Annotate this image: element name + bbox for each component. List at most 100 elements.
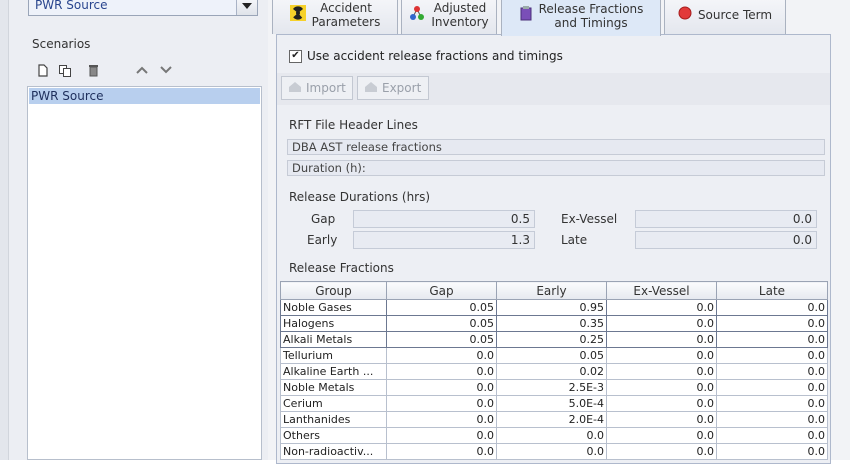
group-cell[interactable]: Cerium: [280, 395, 387, 412]
column-header[interactable]: Late: [716, 281, 828, 300]
column-header[interactable]: Early: [496, 281, 607, 300]
value-cell[interactable]: 0.05: [386, 315, 497, 332]
value-cell[interactable]: 0.0: [386, 347, 497, 364]
group-cell[interactable]: Halogens: [280, 315, 387, 332]
exvessel-duration-field[interactable]: 0.0: [635, 210, 817, 228]
tab-source-term[interactable]: Source Term: [664, 0, 786, 34]
red-circle-icon: [678, 6, 692, 24]
move-down-icon[interactable]: [157, 62, 175, 78]
table-row[interactable]: Noble Metals 0.0 2.5E-3 0.0 0.0: [280, 379, 828, 396]
release-fractions-table[interactable]: Group Gap Early Ex-Vessel Late Noble Gas…: [280, 281, 828, 460]
group-cell[interactable]: Noble Gases: [280, 299, 387, 316]
scenarios-label: Scenarios: [32, 37, 91, 51]
window-edge: [0, 0, 9, 460]
source-select[interactable]: PWR Source: [28, 0, 258, 16]
value-cell[interactable]: 0.0: [716, 427, 828, 444]
value-cell[interactable]: 0.0: [606, 395, 717, 412]
new-icon[interactable]: [34, 62, 52, 78]
chevron-down-icon[interactable]: [236, 0, 257, 15]
value-cell[interactable]: 0.35: [496, 315, 607, 332]
value-cell[interactable]: 0.0: [606, 315, 717, 332]
value-cell[interactable]: 0.0: [386, 443, 497, 460]
early-duration-field[interactable]: 1.3: [353, 231, 535, 249]
value-cell[interactable]: 0.0: [386, 427, 497, 444]
scenario-list[interactable]: PWR Source: [27, 86, 262, 460]
value-cell[interactable]: 0.0: [606, 347, 717, 364]
gap-duration-field[interactable]: 0.5: [353, 210, 535, 228]
value-cell[interactable]: 0.0: [386, 411, 497, 428]
table-row[interactable]: Lanthanides 0.0 2.0E-4 0.0 0.0: [280, 411, 828, 428]
table-row[interactable]: Halogens 0.05 0.35 0.0 0.0: [280, 315, 828, 332]
column-header[interactable]: Group: [280, 281, 387, 300]
tab-accident-parameters[interactable]: Accident Parameters: [272, 0, 398, 34]
table-row[interactable]: Tellurium 0.0 0.05 0.0 0.0: [280, 347, 828, 364]
value-cell[interactable]: 0.0: [716, 379, 828, 396]
group-cell[interactable]: Non-radioactiv...: [280, 443, 387, 460]
value-cell[interactable]: 0.0: [606, 411, 717, 428]
value-cell[interactable]: 0.0: [716, 347, 828, 364]
value-cell[interactable]: 0.0: [606, 331, 717, 348]
table-row[interactable]: Alkaline Earth ... 0.0 0.02 0.0 0.0: [280, 363, 828, 380]
table-row[interactable]: Non-radioactiv... 0.0 0.0 0.0 0.0: [280, 443, 828, 460]
group-cell[interactable]: Lanthanides: [280, 411, 387, 428]
group-cell[interactable]: Noble Metals: [280, 379, 387, 396]
table-row[interactable]: Others 0.0 0.0 0.0 0.0: [280, 427, 828, 444]
copy-icon[interactable]: [56, 62, 74, 78]
group-cell[interactable]: Alkaline Earth ...: [280, 363, 387, 380]
main-area: Accident Parameters Adjusted Inventory R…: [268, 0, 850, 464]
value-cell[interactable]: 0.05: [386, 299, 497, 316]
move-up-icon[interactable]: [133, 62, 151, 78]
value-cell[interactable]: 0.0: [716, 411, 828, 428]
group-cell[interactable]: Tellurium: [280, 347, 387, 364]
value-cell[interactable]: 0.05: [496, 347, 607, 364]
value-cell[interactable]: 5.0E-4: [496, 395, 607, 412]
gap-label: Gap: [311, 212, 336, 226]
table-row[interactable]: Noble Gases 0.05 0.95 0.0 0.0: [280, 299, 828, 316]
value-cell[interactable]: 0.05: [386, 331, 497, 348]
value-cell[interactable]: 0.0: [606, 427, 717, 444]
value-cell[interactable]: 0.95: [496, 299, 607, 316]
value-cell[interactable]: 0.0: [386, 363, 497, 380]
import-label: Import: [306, 81, 346, 95]
value-cell[interactable]: 0.0: [716, 395, 828, 412]
value-cell[interactable]: 2.5E-3: [496, 379, 607, 396]
header-line-1[interactable]: DBA AST release fractions: [287, 139, 825, 155]
table-row[interactable]: Cerium 0.0 5.0E-4 0.0 0.0: [280, 395, 828, 412]
value-cell[interactable]: 0.0: [606, 379, 717, 396]
checkbox-box[interactable]: ✔: [289, 49, 302, 63]
checkbox-label: Use accident release fractions and timin…: [307, 49, 563, 63]
value-cell[interactable]: 0.0: [606, 443, 717, 460]
value-cell[interactable]: 0.0: [716, 315, 828, 332]
value-cell[interactable]: 0.25: [496, 331, 607, 348]
export-button[interactable]: Export: [357, 76, 429, 100]
header-line-2[interactable]: Duration (h):: [287, 160, 825, 176]
late-duration-field[interactable]: 0.0: [635, 231, 817, 249]
exvessel-label: Ex-Vessel: [561, 212, 618, 226]
tab-adjusted-inventory[interactable]: Adjusted Inventory: [401, 0, 497, 34]
value-cell[interactable]: 0.0: [716, 443, 828, 460]
import-button[interactable]: Import: [281, 76, 353, 100]
table-row[interactable]: Alkali Metals 0.05 0.25 0.0 0.0: [280, 331, 828, 348]
value-cell[interactable]: 2.0E-4: [496, 411, 607, 428]
value-cell[interactable]: 0.0: [716, 363, 828, 380]
column-header[interactable]: Ex-Vessel: [606, 281, 717, 300]
value-cell[interactable]: 0.0: [716, 331, 828, 348]
list-item[interactable]: PWR Source: [29, 88, 260, 104]
delete-icon[interactable]: [84, 62, 102, 78]
value-cell[interactable]: 0.02: [496, 363, 607, 380]
tab-label: Release Fractions and Timings: [538, 1, 644, 30]
tab-release-fractions[interactable]: Release Fractions and Timings: [501, 0, 661, 36]
column-header[interactable]: Gap: [386, 281, 497, 300]
export-icon: [364, 81, 378, 96]
value-cell[interactable]: 0.0: [386, 395, 497, 412]
group-cell[interactable]: Alkali Metals: [280, 331, 387, 348]
value-cell[interactable]: 0.0: [606, 299, 717, 316]
value-cell[interactable]: 0.0: [606, 363, 717, 380]
use-release-fractions-checkbox[interactable]: ✔ Use accident release fractions and tim…: [289, 49, 563, 63]
group-cell[interactable]: Others: [280, 427, 387, 444]
value-cell[interactable]: 0.0: [496, 427, 607, 444]
flask-icon: [519, 5, 533, 26]
value-cell[interactable]: 0.0: [496, 443, 607, 460]
value-cell[interactable]: 0.0: [716, 299, 828, 316]
value-cell[interactable]: 0.0: [386, 379, 497, 396]
